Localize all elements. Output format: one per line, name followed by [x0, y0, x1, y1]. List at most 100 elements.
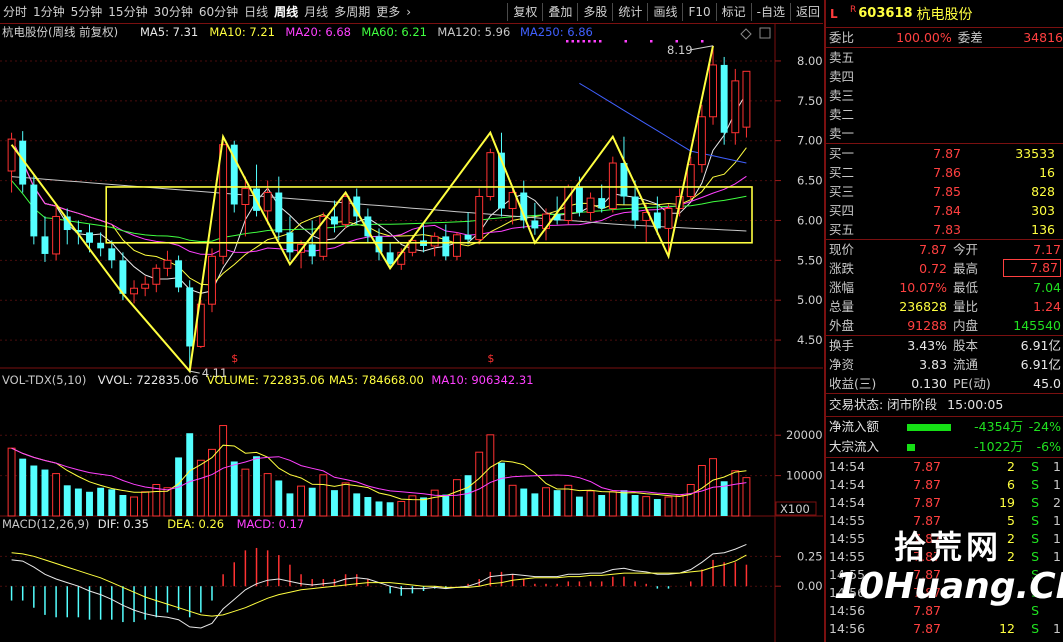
- action-button-2[interactable]: 多股: [580, 2, 610, 22]
- y-tick-label: 6.00: [797, 213, 823, 227]
- tick-volume: 2: [1007, 459, 1015, 474]
- candle-body: [709, 64, 717, 118]
- period-button-5[interactable]: 60分钟: [196, 2, 241, 22]
- bid-row: 买五 7.83 136: [826, 220, 1063, 239]
- tick-row[interactable]: 14:55 7.87 2 S 1: [826, 530, 1063, 548]
- volume-bar: [241, 468, 250, 517]
- more-arrow-icon[interactable]: ›: [403, 2, 414, 22]
- bid-row: 买二 7.86 16: [826, 163, 1063, 182]
- stat-label: 今开: [953, 242, 979, 257]
- candle-body: [564, 186, 573, 221]
- tick-price: 7.87: [913, 603, 941, 618]
- tick-row[interactable]: 14:56 7.87 S: [826, 602, 1063, 620]
- bid-volume: 136: [1031, 222, 1055, 237]
- volume-bar: [586, 490, 595, 517]
- macd-tick-label: 0.25: [797, 549, 823, 563]
- high-price-label: 8.19: [667, 43, 693, 57]
- chart-svg[interactable]: 4.505.005.506.006.507.007.508.008.194.11…: [0, 24, 823, 642]
- volume-bar: [163, 487, 172, 517]
- tick-row[interactable]: 14:56 7.87 S: [826, 584, 1063, 602]
- candle-body: [442, 236, 450, 257]
- stock-code[interactable]: 603618: [858, 6, 912, 21]
- tick-time: 14:55: [829, 567, 866, 582]
- fund-value: 45.0: [1033, 376, 1061, 391]
- candle-body: [97, 242, 105, 249]
- macd-tick-label: 0.00: [797, 579, 823, 593]
- volume-bar: [486, 434, 495, 517]
- volume-tick-label: 20000: [786, 428, 823, 442]
- action-button-1[interactable]: 叠加: [545, 2, 575, 22]
- tick-row[interactable]: 14:54 7.87 19 S 2: [826, 494, 1063, 512]
- signal-dot: [624, 40, 627, 43]
- bid-label: 买四: [829, 203, 855, 218]
- period-button-1[interactable]: 1分钟: [30, 2, 68, 22]
- tick-count: 1: [1053, 477, 1061, 492]
- tick-time: 14:55: [829, 531, 866, 546]
- period-button-0[interactable]: 分时: [0, 2, 30, 22]
- kline-chart-area[interactable]: 4.50 5.00 5.50 6.00 6.50 7.00 7.50 8.00 8.19 4.11…: [0, 24, 823, 642]
- volume-bar: [341, 482, 350, 517]
- volume-bar: [520, 488, 528, 516]
- price-stats: 现价 7.87 今开 7.17 涨跌 0.72 最高 7.87 涨幅 10.07% 最低 7.04 总量…: [826, 240, 1063, 335]
- volume-bar: [219, 425, 228, 517]
- ask-label: 卖五: [829, 50, 855, 65]
- ask-row: 卖四: [826, 67, 1063, 86]
- period-button-2[interactable]: 5分钟: [68, 2, 106, 22]
- signal-dot: [593, 40, 596, 43]
- tick-row[interactable]: 14:54 7.87 6 S 1: [826, 476, 1063, 494]
- action-button-7[interactable]: -自选: [754, 2, 788, 22]
- tick-row[interactable]: 14:55 7.87 S: [826, 566, 1063, 584]
- fundamentals: 换手 3.43% 股本 6.91亿 净资 3.83 流通 6.91亿 收益(三) 0.130 PE(…: [826, 336, 1063, 393]
- volume-bar: [386, 502, 394, 516]
- volume-bar: [442, 494, 450, 516]
- period-button-3[interactable]: 15分钟: [105, 2, 150, 22]
- action-button-8[interactable]: 返回: [793, 2, 823, 22]
- period-button-10[interactable]: 更多: [373, 2, 403, 22]
- tick-row[interactable]: 14:54 7.87 2 S 1: [826, 458, 1063, 476]
- bid-price: 7.87: [933, 146, 961, 161]
- fund-label: 流通: [953, 357, 979, 372]
- candle-body: [130, 287, 138, 295]
- volume-tick-label: 10000: [786, 469, 823, 483]
- period-button-6[interactable]: 日线: [241, 2, 271, 22]
- stat-value: 7.87: [1003, 259, 1061, 277]
- volume-bar: [353, 493, 361, 516]
- period-button-8[interactable]: 月线: [301, 2, 331, 22]
- signal-dot: [701, 40, 704, 43]
- candle-body: [486, 152, 495, 198]
- action-button-6[interactable]: 标记: [719, 2, 749, 22]
- ask-volume: [961, 124, 1055, 143]
- volume-bar: [30, 465, 38, 516]
- volume-bar: [41, 469, 49, 516]
- action-button-4[interactable]: 画线: [650, 2, 680, 22]
- action-button-3[interactable]: 统计: [615, 2, 645, 22]
- tick-row[interactable]: 14:56 7.87 12 S 1: [826, 620, 1063, 638]
- bid-price: 7.85: [933, 184, 961, 199]
- stock-name[interactable]: 杭电股份: [917, 4, 973, 24]
- action-button-0[interactable]: 复权: [510, 2, 540, 22]
- tick-volume: [941, 584, 1015, 602]
- flow-amount: -4354万: [974, 419, 1023, 434]
- volume-bar: [508, 484, 517, 517]
- macd-legend-2: DEA: 0.26: [167, 517, 224, 531]
- signal-dot: [588, 40, 591, 43]
- action-button-5[interactable]: F10: [685, 2, 713, 22]
- period-button-4[interactable]: 30分钟: [151, 2, 196, 22]
- fund-value: 0.130: [911, 376, 947, 391]
- fund-row: 收益(三) 0.130 PE(动) 45.0: [826, 374, 1063, 393]
- period-button-9[interactable]: 多周期: [331, 2, 373, 22]
- tick-list[interactable]: 14:54 7.87 2 S 1 14:54 7.87 6 S 1 14:54 7.87 19 S 2 14:…: [826, 458, 1063, 638]
- tick-row[interactable]: 14:55 7.87 5 S 1: [826, 512, 1063, 530]
- y-tick-label: 7.00: [797, 134, 823, 148]
- volume-bar: [631, 495, 639, 516]
- period-button-7[interactable]: 周线: [271, 2, 301, 22]
- tick-time: 14:55: [829, 513, 866, 528]
- volume-bar: [430, 489, 439, 517]
- volume-bar: [275, 480, 283, 516]
- tick-side: S: [1031, 531, 1039, 546]
- candle-body: [430, 235, 439, 247]
- y-tick-label: 4.50: [797, 333, 823, 347]
- candle-body: [175, 260, 183, 288]
- volume-bar: [598, 495, 606, 516]
- tick-row[interactable]: 14:55 7.87 2 S 1: [826, 548, 1063, 566]
